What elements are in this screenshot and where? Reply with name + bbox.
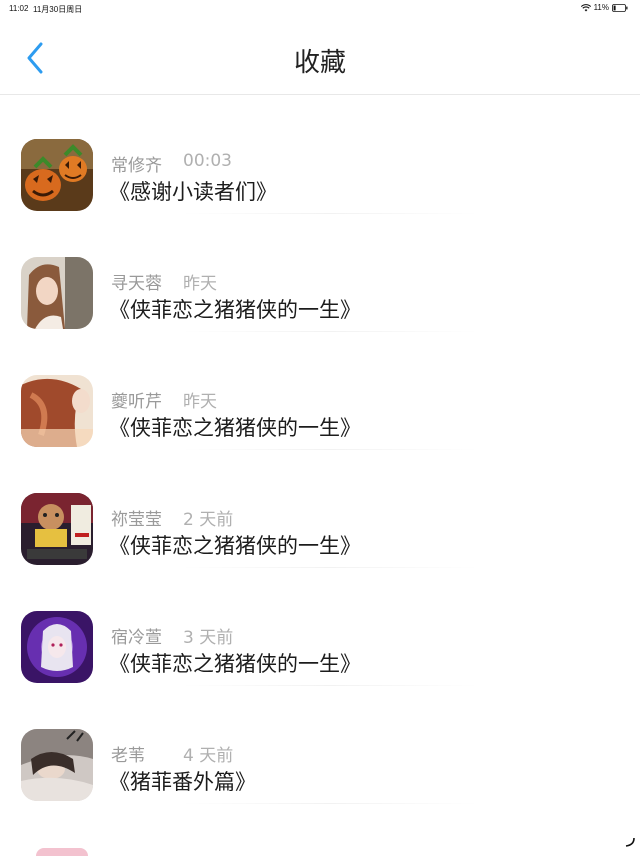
list-item[interactable]: 宿冷萱 3 天前 《侠菲恋之猪猪侠的一生》	[0, 566, 640, 686]
girl-photo-avatar[interactable]	[21, 257, 93, 329]
status-date: 11月30日周日	[33, 5, 83, 14]
favorites-list: 常修齐 00:03 《感谢小读者们》 寻天蓉 昨天 《侠菲恋之猪猪侠的一生》 夔…	[0, 94, 640, 804]
timestamp: 昨天	[183, 392, 217, 412]
divider	[180, 803, 480, 804]
sender-name: 宿冷萱	[111, 628, 162, 648]
sender-name: 祢莹莹	[111, 510, 162, 530]
sender-name: 夔听芹	[111, 392, 162, 412]
item-title: 《感谢小读者们》	[109, 180, 277, 204]
timestamp: 2 天前	[183, 510, 234, 530]
battery-icon	[612, 3, 628, 12]
sender-name: 常修齐	[111, 156, 162, 176]
nav-bar: 收藏	[0, 18, 640, 95]
resize-corner-icon	[625, 837, 635, 847]
item-title: 《侠菲恋之猪猪侠的一生》	[109, 298, 361, 322]
item-title: 《侠菲恋之猪猪侠的一生》	[109, 534, 361, 558]
anime-purple-avatar[interactable]	[21, 611, 93, 683]
status-time: 11:02	[9, 4, 29, 13]
list-item[interactable]: 老苇 4 天前 《猪菲番外篇》	[0, 684, 640, 804]
item-title: 《侠菲恋之猪猪侠的一生》	[109, 652, 361, 676]
status-indicators: 11%	[580, 3, 628, 12]
timestamp: 00:03	[183, 151, 232, 171]
timestamp: 4 天前	[183, 746, 234, 766]
battery-percent: 11%	[593, 3, 609, 12]
list-item[interactable]: 寻天蓉 昨天 《侠菲恋之猪猪侠的一生》	[0, 212, 640, 332]
red-hair-avatar[interactable]	[21, 375, 93, 447]
partial-avatar[interactable]	[36, 848, 88, 856]
list-item[interactable]: 常修齐 00:03 《感谢小读者们》	[0, 94, 640, 214]
cartoon-avatar[interactable]	[21, 493, 93, 565]
timestamp: 昨天	[183, 274, 217, 294]
list-item[interactable]: 夔听芹 昨天 《侠菲恋之猪猪侠的一生》	[0, 330, 640, 450]
wifi-icon	[580, 3, 591, 11]
item-title: 《猪菲番外篇》	[109, 770, 256, 794]
item-title: 《侠菲恋之猪猪侠的一生》	[109, 416, 361, 440]
sleeping-girl-avatar[interactable]	[21, 729, 93, 801]
status-bar: 11:02 11月30日周日 11%	[0, 0, 640, 18]
timestamp: 3 天前	[183, 628, 234, 648]
sender-name: 寻天蓉	[111, 274, 162, 294]
pumpkin-avatar[interactable]	[21, 139, 93, 211]
list-item[interactable]: 祢莹莹 2 天前 《侠菲恋之猪猪侠的一生》	[0, 448, 640, 568]
page-title: 收藏	[293, 48, 346, 78]
sender-name: 老苇	[111, 746, 145, 766]
